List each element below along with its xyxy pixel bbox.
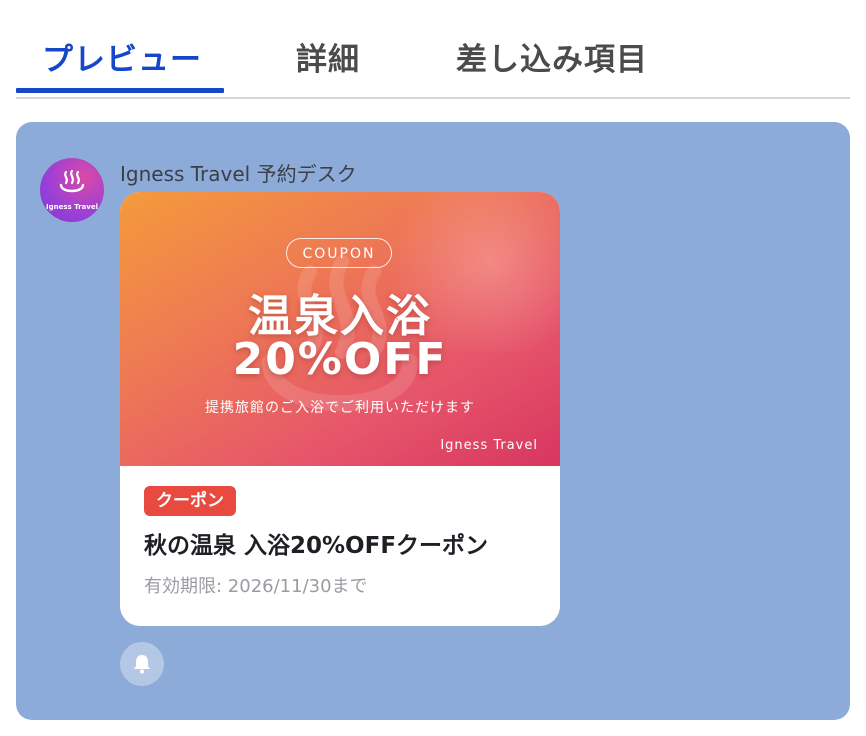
sender-name: Igness Travel 予約デスク xyxy=(120,162,357,186)
coupon-hero-image: COUPON 温泉入浴 20%OFF 提携旅館のご入浴でご利用いただけます Ig… xyxy=(120,192,560,466)
active-tab-indicator xyxy=(16,88,224,93)
avatar-label: Igness Travel xyxy=(45,203,98,211)
onsen-icon xyxy=(59,169,85,193)
hero-title-line2: 20%OFF xyxy=(232,334,448,385)
coupon-pill: COUPON xyxy=(286,238,392,268)
tab-details[interactable]: 詳細 xyxy=(296,34,360,79)
tab-bar: プレビュー 詳細 差し込み項目 xyxy=(16,0,850,99)
tab-merge-fields[interactable]: 差し込み項目 xyxy=(456,34,648,79)
avatar: Igness Travel xyxy=(40,158,104,222)
preview-panel: Igness Travel Igness Travel 予約デスク COUPON… xyxy=(16,122,850,720)
notification-button[interactable] xyxy=(120,642,164,686)
coupon-expiry: 有効期限: 2026/11/30まで xyxy=(144,576,368,597)
coupon-card[interactable]: COUPON 温泉入浴 20%OFF 提携旅館のご入浴でご利用いただけます Ig… xyxy=(120,192,560,626)
coupon-title: 秋の温泉 入浴20%OFFクーポン xyxy=(144,533,489,559)
bell-icon xyxy=(134,655,150,674)
hero-subtitle: 提携旅館のご入浴でご利用いただけます xyxy=(205,400,475,416)
hero-brand: Igness Travel xyxy=(440,438,538,453)
tab-preview[interactable]: プレビュー xyxy=(42,34,202,79)
coupon-badge: クーポン xyxy=(144,486,236,516)
